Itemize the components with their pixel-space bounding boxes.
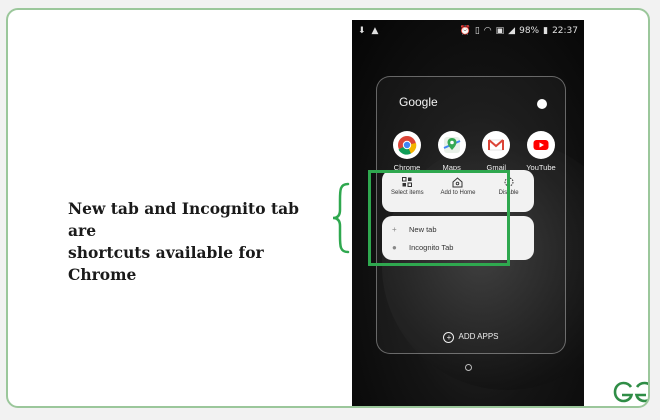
alarm-icon: ⏰ xyxy=(459,25,471,36)
signal-icon: ◢ xyxy=(508,25,516,36)
youtube-icon xyxy=(526,131,555,159)
battery-percent: 98% xyxy=(519,26,540,36)
slide-frame: New tab and Incognito tab are shortcuts … xyxy=(6,8,650,408)
battery-icon: ▮ xyxy=(543,25,549,36)
wifi-icon: ◠ xyxy=(483,25,492,36)
maps-icon xyxy=(437,131,466,159)
sim-icon: ▣ xyxy=(495,25,505,36)
status-bar: ⬇ ▲ ⏰ ▯ ◠ ▣ ◢ 98% ▮ 22:37 xyxy=(352,20,584,42)
folder-app-grid: Chrome Maps Gmail YouTube xyxy=(387,131,561,172)
folder-title[interactable]: Google xyxy=(399,95,438,109)
app-gmail[interactable]: Gmail xyxy=(476,131,516,172)
add-circle-icon: + xyxy=(443,332,455,343)
download-icon: ⬇ xyxy=(358,25,366,36)
clock: 22:37 xyxy=(552,26,578,36)
highlight-box xyxy=(368,170,510,266)
warning-icon: ▲ xyxy=(371,25,379,36)
vibrate-icon: ▯ xyxy=(474,25,480,36)
caption-text: New tab and Incognito tab are shortcuts … xyxy=(68,198,328,286)
add-apps-button[interactable]: + ADD APPS xyxy=(377,332,565,343)
folder-color-toggle[interactable] xyxy=(537,99,547,109)
caption-line-2: shortcuts available for Chrome xyxy=(68,243,264,284)
page-indicator xyxy=(465,364,472,371)
app-chrome[interactable]: Chrome xyxy=(387,131,427,172)
app-youtube[interactable]: YouTube xyxy=(521,131,561,172)
curly-brace-icon xyxy=(332,182,350,254)
caption-line-1: New tab and Incognito tab are xyxy=(68,199,299,240)
chrome-icon xyxy=(393,131,421,159)
app-maps[interactable]: Maps xyxy=(432,131,472,172)
gmail-icon xyxy=(482,131,511,159)
add-apps-label: ADD APPS xyxy=(458,332,499,341)
geeksforgeeks-logo xyxy=(613,381,648,403)
